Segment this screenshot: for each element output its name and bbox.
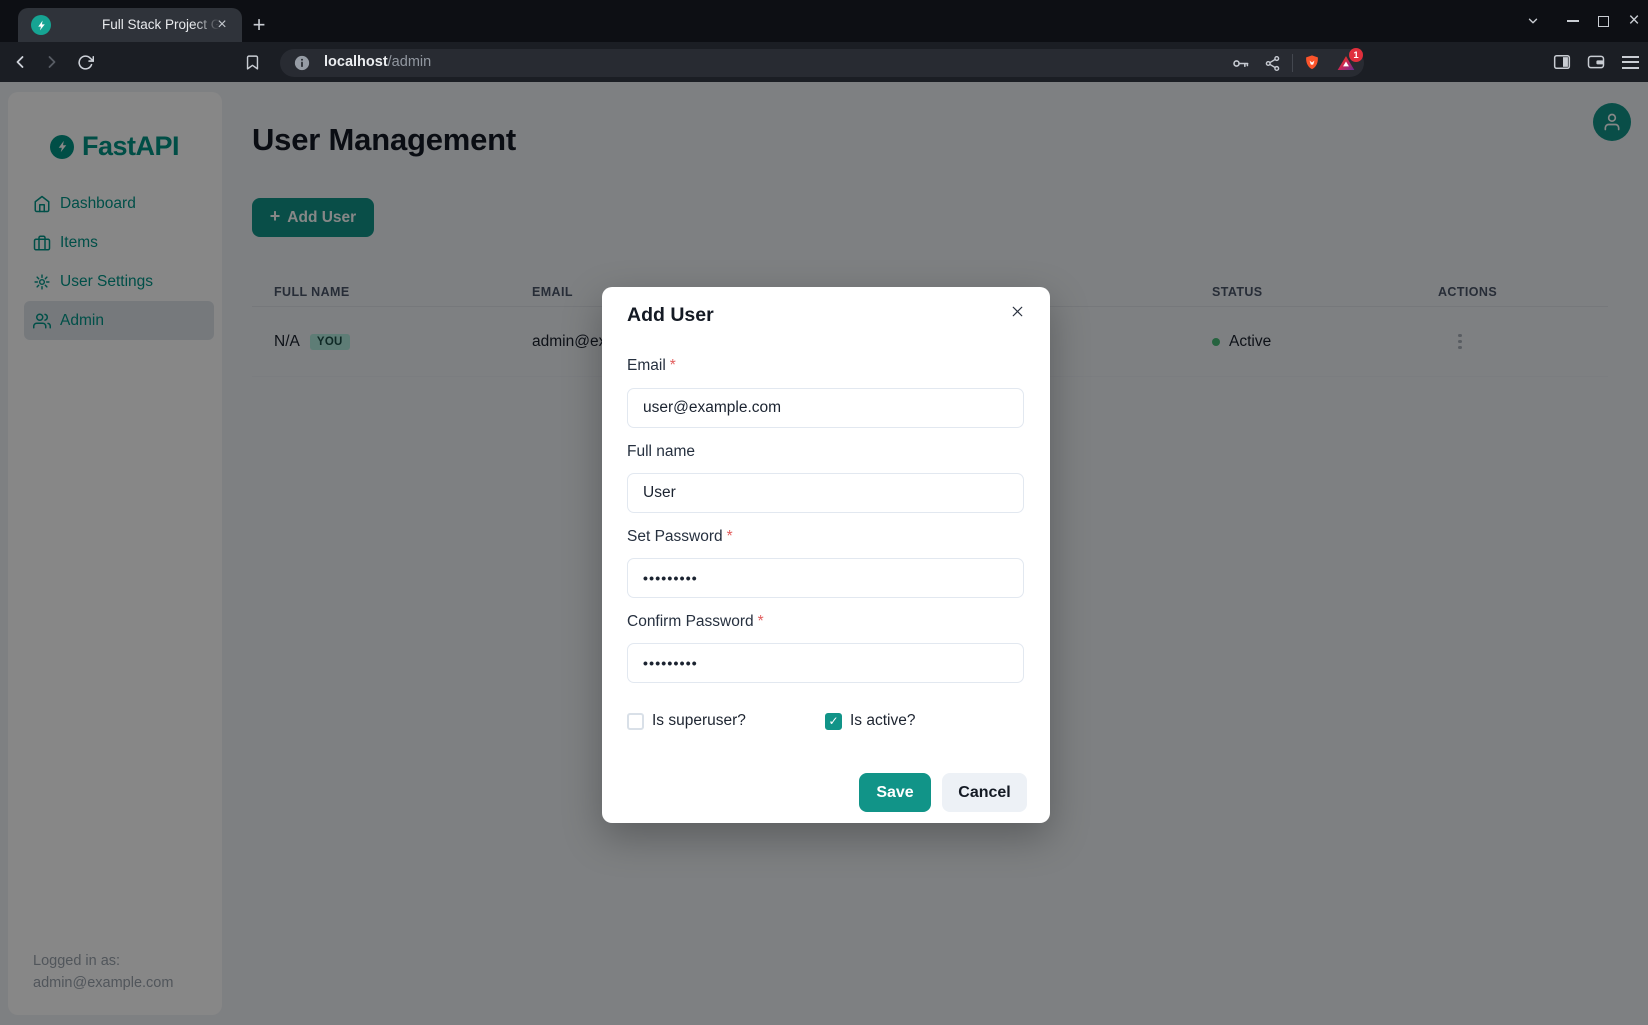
confirm-password-field[interactable]: [627, 643, 1024, 683]
hamburger-menu-icon[interactable]: [1616, 48, 1644, 76]
window-close-button[interactable]: ×: [1620, 7, 1648, 35]
required-asterisk: *: [727, 528, 733, 545]
url-path: /admin: [388, 54, 432, 70]
window-maximize-button[interactable]: [1589, 7, 1617, 35]
set-password-label: Set Password*: [627, 528, 733, 546]
confirm-password-label: Confirm Password*: [627, 613, 764, 631]
bookmark-icon[interactable]: [238, 48, 266, 76]
browser-tab[interactable]: Full Stack Project Genera ×: [18, 8, 242, 42]
browser-toolbar: localhost/admin 1: [0, 42, 1648, 82]
is-superuser-label: Is superuser?: [652, 712, 746, 730]
required-asterisk: *: [670, 357, 676, 374]
add-user-modal: Add User Email* Full name Set Password* …: [602, 287, 1050, 823]
modal-close-icon[interactable]: [1002, 296, 1032, 326]
tab-close-icon[interactable]: ×: [210, 13, 234, 37]
site-info-icon[interactable]: [293, 54, 311, 72]
rewards-notification-badge: 1: [1349, 48, 1363, 62]
full-name-label: Full name: [627, 443, 695, 461]
page-content: FastAPI Dashboard Items User Settings Ad…: [0, 82, 1648, 1025]
email-label: Email*: [627, 357, 676, 375]
required-asterisk: *: [758, 613, 764, 630]
browser-tab-bar: Full Stack Project Genera × + ×: [0, 0, 1648, 42]
brave-shield-icon[interactable]: [1302, 53, 1322, 73]
tab-title: Full Stack Project Genera: [102, 17, 224, 34]
is-active-checkbox[interactable]: ✓ Is active?: [825, 710, 915, 732]
is-active-label: Is active?: [850, 712, 915, 730]
window-minimize-button[interactable]: [1559, 7, 1587, 35]
new-tab-button[interactable]: +: [244, 8, 274, 42]
cancel-button[interactable]: Cancel: [942, 773, 1027, 812]
key-icon[interactable]: [1230, 53, 1250, 73]
fastapi-favicon: [31, 15, 51, 35]
checkbox-checked-icon[interactable]: ✓: [825, 713, 842, 730]
share-icon[interactable]: [1262, 53, 1282, 73]
brave-rewards-icon[interactable]: 1: [1336, 53, 1356, 73]
modal-title: Add User: [627, 304, 714, 327]
back-icon[interactable]: [6, 48, 34, 76]
full-name-field[interactable]: [627, 473, 1024, 513]
toolbar-divider: [1292, 54, 1293, 72]
sidebar-panel-icon[interactable]: [1548, 48, 1576, 76]
is-superuser-checkbox[interactable]: Is superuser?: [627, 710, 746, 732]
forward-icon[interactable]: [38, 48, 66, 76]
url-text: localhost/admin: [324, 54, 431, 70]
wallet-icon[interactable]: [1582, 48, 1610, 76]
set-password-field[interactable]: [627, 558, 1024, 598]
email-field[interactable]: [627, 388, 1024, 428]
url-bar[interactable]: localhost/admin 1: [280, 49, 1364, 77]
tab-search-chevron-icon[interactable]: [1519, 7, 1547, 35]
checkbox-unchecked-icon[interactable]: [627, 713, 644, 730]
save-button[interactable]: Save: [859, 773, 931, 812]
url-host: localhost: [324, 54, 388, 70]
reload-icon[interactable]: [71, 48, 99, 76]
